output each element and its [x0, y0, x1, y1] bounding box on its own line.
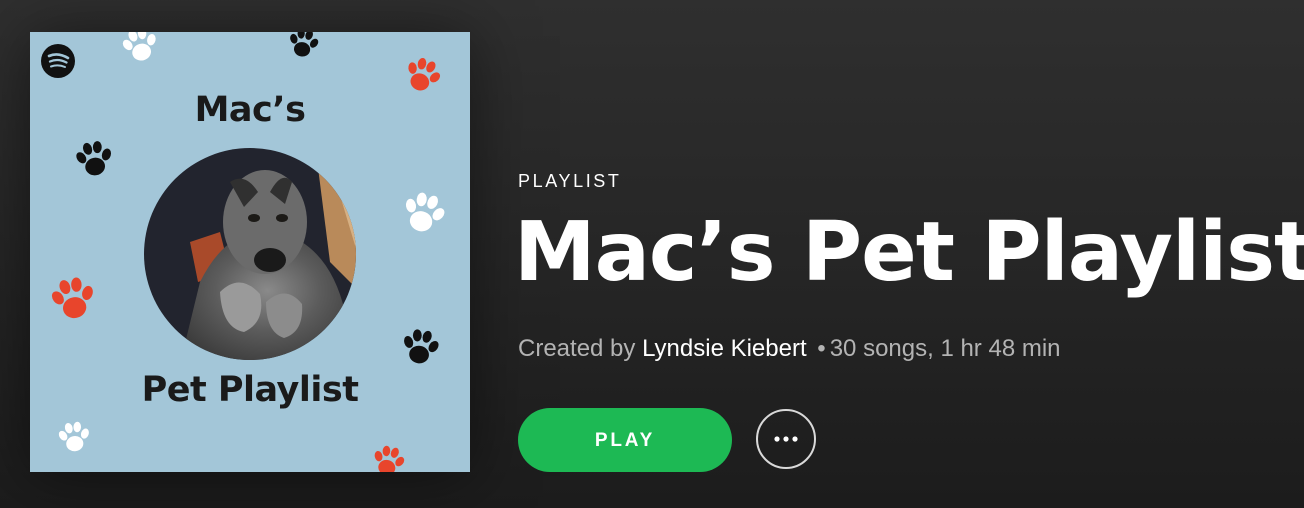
- cover-title-line1: Mac’s: [194, 90, 306, 130]
- created-by-label: Created by: [518, 335, 636, 362]
- owner-link[interactable]: Lyndsie Kiebert: [642, 335, 807, 362]
- spotify-logo-icon: [41, 44, 75, 78]
- paw-print-icon: [399, 326, 443, 367]
- play-button[interactable]: PLAY: [518, 408, 732, 472]
- playlist-meta: Created by Lyndsie Kiebert • 30 songs, 1 …: [518, 335, 1061, 363]
- paw-print-icon: [398, 187, 451, 237]
- meta-separator: •: [817, 335, 826, 362]
- paw-print-icon: [72, 138, 117, 179]
- cover-title-line2: Pet Playlist: [141, 370, 359, 410]
- paw-print-icon: [369, 442, 409, 472]
- playlist-cover-image[interactable]: Mac’s Pet Playlist: [30, 32, 470, 472]
- paw-print-icon: [55, 419, 93, 454]
- playlist-stats: 30 songs, 1 hr 48 min: [829, 335, 1061, 362]
- dog-photo: [144, 148, 356, 360]
- paw-print-icon: [118, 32, 163, 65]
- more-options-button[interactable]: [756, 409, 816, 469]
- more-horizontal-icon: [774, 436, 798, 442]
- paw-print-icon: [285, 32, 322, 60]
- type-label: PLAYLIST: [518, 171, 622, 191]
- playlist-title: Mac’s Pet Playlist: [514, 205, 1304, 300]
- paw-print-icon: [46, 273, 100, 323]
